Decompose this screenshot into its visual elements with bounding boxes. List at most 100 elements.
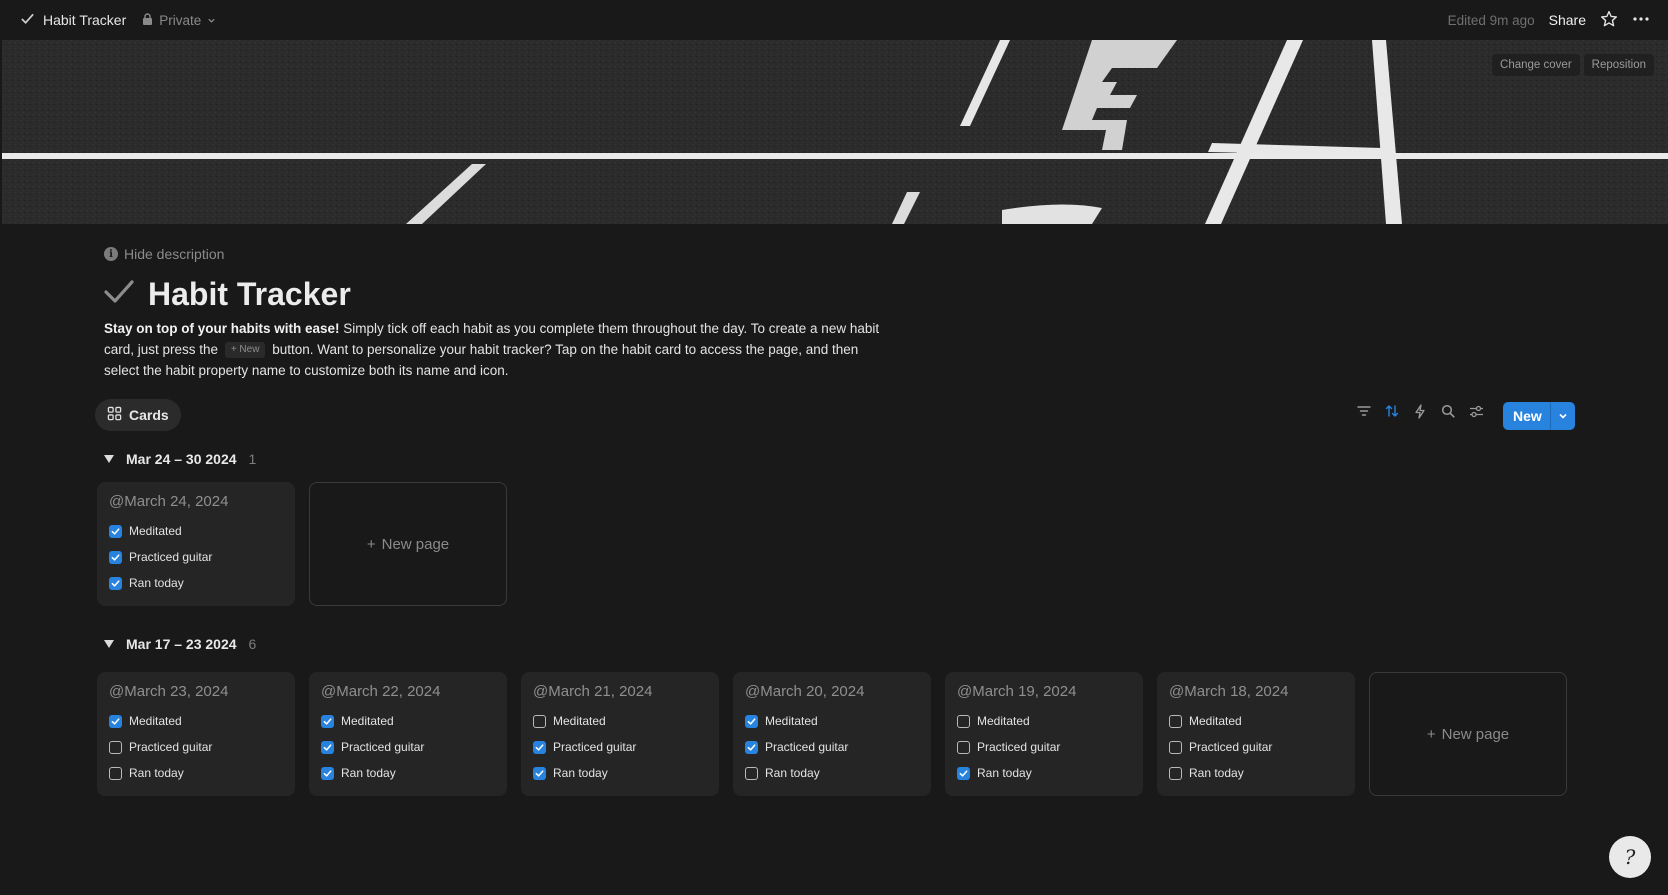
page-title[interactable]: Habit Tracker [148,276,351,313]
checkbox-checked[interactable] [533,740,546,754]
reposition-button[interactable]: Reposition [1583,54,1654,76]
checkbox-unchecked[interactable] [533,714,546,728]
new-page-card[interactable]: + New page [309,482,507,606]
checkbox-checked[interactable] [109,714,122,728]
new-button[interactable]: New [1503,402,1550,430]
habit-label: Meditated [129,714,182,728]
topbar: Habit Tracker Private Edited 9m ago Shar… [0,0,1668,40]
card-date: @March 24, 2024 [109,493,229,510]
checkbox-unchecked[interactable] [957,740,970,754]
habit-property: Practiced guitar [957,734,1131,760]
inline-new-chip: + New [224,342,266,359]
habit-property: Practiced guitar [109,734,283,760]
habit-label: Practiced guitar [1189,740,1273,754]
habit-property: Ran today [745,760,919,786]
habit-label: Practiced guitar [129,550,213,564]
habit-label: Ran today [129,576,184,590]
hide-description-toggle[interactable]: i Hide description [104,246,224,262]
automation-lightning-icon[interactable] [1411,402,1429,420]
habit-property: Practiced guitar [533,734,707,760]
habit-property: Meditated [109,708,283,734]
card-row: @March 24, 2024 Meditated Practiced guitar… [97,482,507,606]
help-icon: ? [1624,845,1636,869]
checkbox-checked[interactable] [321,714,334,728]
help-button[interactable]: ? [1609,836,1651,878]
share-button[interactable]: Share [1549,12,1586,28]
group-header[interactable]: Mar 17 – 23 2024 6 [104,636,256,652]
more-icon[interactable] [1632,10,1650,31]
checkbox-unchecked[interactable] [1169,766,1182,780]
filter-icon[interactable] [1355,402,1373,420]
checkbox-unchecked[interactable] [109,740,122,754]
habit-card[interactable]: @March 21, 2024 Meditated Practiced guitar… [521,672,719,796]
new-button-group: New [1503,402,1575,430]
new-page-card[interactable]: + New page [1369,672,1567,796]
habit-card[interactable]: @March 19, 2024 Meditated Practiced guitar… [945,672,1143,796]
habit-label: Meditated [765,714,818,728]
checkbox-checked[interactable] [109,576,122,590]
checkbox-checked[interactable] [533,766,546,780]
breadcrumb-page-name: Habit Tracker [43,12,127,28]
settings-sliders-icon[interactable] [1467,402,1485,420]
habit-property: Ran today [957,760,1131,786]
habit-label: Meditated [977,714,1030,728]
checkbox-unchecked[interactable] [1169,714,1182,728]
group-header[interactable]: Mar 24 – 30 2024 1 [104,451,256,467]
search-icon[interactable] [1439,402,1457,420]
habit-card[interactable]: @March 22, 2024 Meditated Practiced guitar… [309,672,507,796]
habit-label: Practiced guitar [977,740,1061,754]
checkbox-unchecked[interactable] [745,766,758,780]
privacy-dropdown[interactable]: Private [142,13,216,28]
change-cover-button[interactable]: Change cover [1492,54,1580,76]
habit-card[interactable]: @March 18, 2024 Meditated Practiced guitar… [1157,672,1355,796]
checkbox-unchecked[interactable] [109,766,122,780]
card-date: @March 20, 2024 [745,683,865,700]
habit-label: Ran today [765,766,820,780]
card-row: @March 23, 2024 Meditated Practiced guitar… [97,672,1567,796]
sort-icon[interactable] [1383,402,1401,420]
habit-property: Ran today [109,760,283,786]
habit-property: Meditated [321,708,495,734]
habit-property: Practiced guitar [109,544,283,570]
habit-label: Ran today [1189,766,1244,780]
habit-card[interactable]: @March 23, 2024 Meditated Practiced guitar… [97,672,295,796]
checkbox-checked[interactable] [957,766,970,780]
habit-property: Meditated [533,708,707,734]
checkbox-unchecked[interactable] [957,714,970,728]
habit-card[interactable]: @March 20, 2024 Meditated Practiced guitar… [733,672,931,796]
habit-property: Practiced guitar [1169,734,1343,760]
edited-timestamp: Edited 9m ago [1447,12,1535,28]
star-icon[interactable] [1600,10,1618,31]
new-page-label: New page [1441,725,1510,743]
checkbox-checked[interactable] [109,524,122,538]
habit-property: Meditated [109,518,283,544]
breadcrumb[interactable]: Habit Tracker [20,11,126,29]
habit-property: Ran today [321,760,495,786]
triangle-down-icon[interactable] [104,640,114,648]
habit-property: Meditated [745,708,919,734]
info-icon: i [104,247,118,261]
new-dropdown-button[interactable] [1549,402,1575,430]
checkbox-checked[interactable] [321,740,334,754]
group-count: 1 [248,451,257,467]
habit-label: Meditated [1189,714,1242,728]
checkbox-checked[interactable] [745,714,758,728]
new-page-label: New page [381,535,450,553]
view-tab-cards[interactable]: Cards [95,399,181,431]
habit-label: Practiced guitar [765,740,849,754]
habit-property: Ran today [533,760,707,786]
page-description[interactable]: Stay on top of your habits with ease! Si… [104,318,884,381]
view-toolbar [1355,402,1485,420]
habit-label: Ran today [977,766,1032,780]
check-icon[interactable] [104,279,134,310]
checkbox-checked[interactable] [321,766,334,780]
triangle-down-icon[interactable] [104,455,114,463]
checkbox-checked[interactable] [745,740,758,754]
habit-label: Meditated [129,524,182,538]
checkbox-checked[interactable] [109,550,122,564]
habit-card[interactable]: @March 24, 2024 Meditated Practiced guitar… [97,482,295,606]
habit-property: Practiced guitar [321,734,495,760]
habit-property: Ran today [109,570,283,596]
card-date: @March 22, 2024 [321,683,441,700]
checkbox-unchecked[interactable] [1169,740,1182,754]
